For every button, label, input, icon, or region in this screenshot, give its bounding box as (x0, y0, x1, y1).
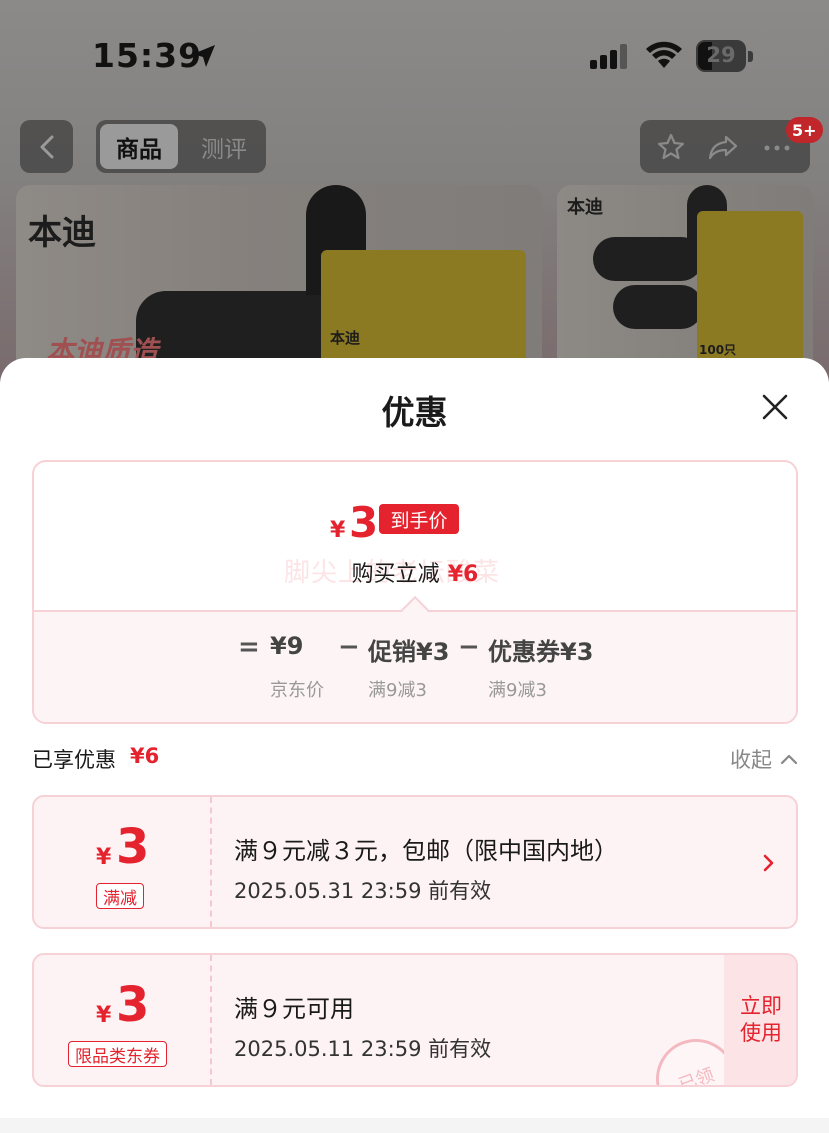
coupon-expiry: 2025.05.11 23:59 前有效 (234, 1037, 492, 1061)
promo-card-full-reduction[interactable]: ¥ 3 满减 满９元减３元，包邮（限中国内地） 2025.05.31 23:59… (32, 795, 798, 929)
coupon-currency: ¥ (96, 1003, 112, 1028)
discount-sheet: 优惠 ¥ 3 到手价 脚尖上的老坛酸菜 购买立减 ¥6 = ¥9 京东价 − 促销… (0, 358, 829, 1133)
nav-tab-group: 商品 测评 (96, 120, 266, 173)
formula-coupon-sub: 满9减3 (488, 680, 547, 701)
coupon-divider (210, 797, 212, 927)
chevron-up-icon (780, 754, 798, 765)
use-now-line1: 立即 (740, 993, 782, 1018)
enjoyed-amount: ¥6 (130, 744, 160, 768)
coupon-currency: ¥ (96, 845, 112, 870)
coupon-tag: 限品类东券 (68, 1041, 167, 1067)
cellular-signal-icon (590, 44, 627, 69)
pack-count-label: 100只 (699, 343, 737, 357)
use-now-line2: 使用 (740, 1021, 782, 1045)
coupon-title: 满９元减３元，包邮（限中国内地） (234, 837, 618, 865)
coupon-divider (210, 955, 212, 1085)
final-price-tag: 到手价 (379, 504, 459, 534)
price-summary-card: ¥ 3 到手价 脚尖上的老坛酸菜 购买立减 ¥6 = ¥9 京东价 − 促销¥3 … (32, 460, 798, 724)
price-formula: = ¥9 京东价 − 促销¥3 满9减3 − 优惠券¥3 满9减3 (34, 610, 796, 722)
coupon-value-block: ¥ 3 满减 (34, 797, 210, 927)
formula-minus-2: − (458, 632, 480, 662)
status-time: 15:39 (92, 36, 203, 75)
status-bar: 15:39 29 (0, 32, 829, 82)
coupon-value: 3 (116, 819, 150, 875)
trash-bag-roll-3 (613, 285, 703, 329)
final-price-value: 3 (349, 498, 379, 547)
battery-indicator: 29 (696, 40, 756, 72)
formula-promo-sub: 满9减3 (368, 680, 427, 701)
tab-review[interactable]: 测评 (186, 124, 262, 169)
brand-logo-small: 本迪 (567, 197, 603, 218)
formula-coupon: 优惠券¥3 (488, 638, 594, 666)
chevron-right-icon[interactable] (760, 851, 778, 875)
location-arrow-icon (193, 45, 215, 67)
back-button[interactable] (20, 120, 73, 173)
enjoyed-label: 已享优惠 (32, 748, 116, 772)
collapse-button[interactable]: 收起 (730, 744, 798, 774)
battery-level: 29 (706, 43, 736, 67)
instant-discount-amount: ¥6 (447, 562, 479, 587)
brand-logo: 本迪 (28, 213, 96, 253)
coupon-value: 3 (116, 977, 150, 1033)
share-icon[interactable] (708, 132, 738, 162)
star-icon[interactable] (656, 132, 686, 162)
formula-jd-label: 京东价 (270, 680, 324, 701)
product-image-secondary[interactable]: 本迪 100只 (557, 185, 813, 385)
coupon-expiry: 2025.05.31 23:59 前有效 (234, 879, 492, 903)
sheet-title: 优惠 (381, 393, 448, 432)
background-page: 15:39 29 商品 测评 5+ 本迪 本迪 本迪质造 本迪 100只 (0, 0, 829, 385)
nav-actions (640, 120, 810, 173)
formula-promo: 促销¥3 (368, 638, 450, 666)
tab-product[interactable]: 商品 (100, 124, 178, 169)
close-icon[interactable] (756, 388, 794, 426)
instant-discount-label: 购买立减 (351, 562, 440, 587)
coupon-value-block: ¥ 3 限品类东券 (34, 955, 210, 1085)
notification-badge: 5+ (786, 117, 823, 143)
pack-brand-label: 本迪 (330, 329, 361, 347)
chevron-left-icon (40, 135, 53, 158)
wifi-icon (646, 41, 682, 68)
formula-jd-price: ¥9 (270, 632, 304, 660)
coupon-title: 满９元可用 (234, 995, 354, 1023)
enjoyed-discount-row: 已享优惠 ¥6 收起 (32, 744, 798, 774)
formula-equals: = (238, 632, 260, 662)
coupon-tag: 满减 (96, 883, 144, 909)
coupon-card-category[interactable]: ¥ 3 限品类东券 满９元可用 2025.05.11 23:59 前有效 已领 … (32, 953, 798, 1087)
footer-strip (0, 1118, 829, 1133)
formula-minus-1: − (338, 632, 360, 662)
final-price-row: ¥ 3 到手价 脚尖上的老坛酸菜 (34, 498, 796, 588)
battery-tip (748, 51, 753, 62)
product-image-main[interactable]: 本迪 本迪 本迪质造 (16, 185, 542, 385)
use-now-label: 立即 使用 (740, 993, 782, 1048)
use-now-button[interactable]: 立即 使用 (724, 955, 796, 1085)
instant-discount-row: 购买立减 ¥6 (34, 556, 796, 588)
final-price-currency: ¥ (330, 518, 346, 543)
collapse-label: 收起 (730, 748, 772, 772)
